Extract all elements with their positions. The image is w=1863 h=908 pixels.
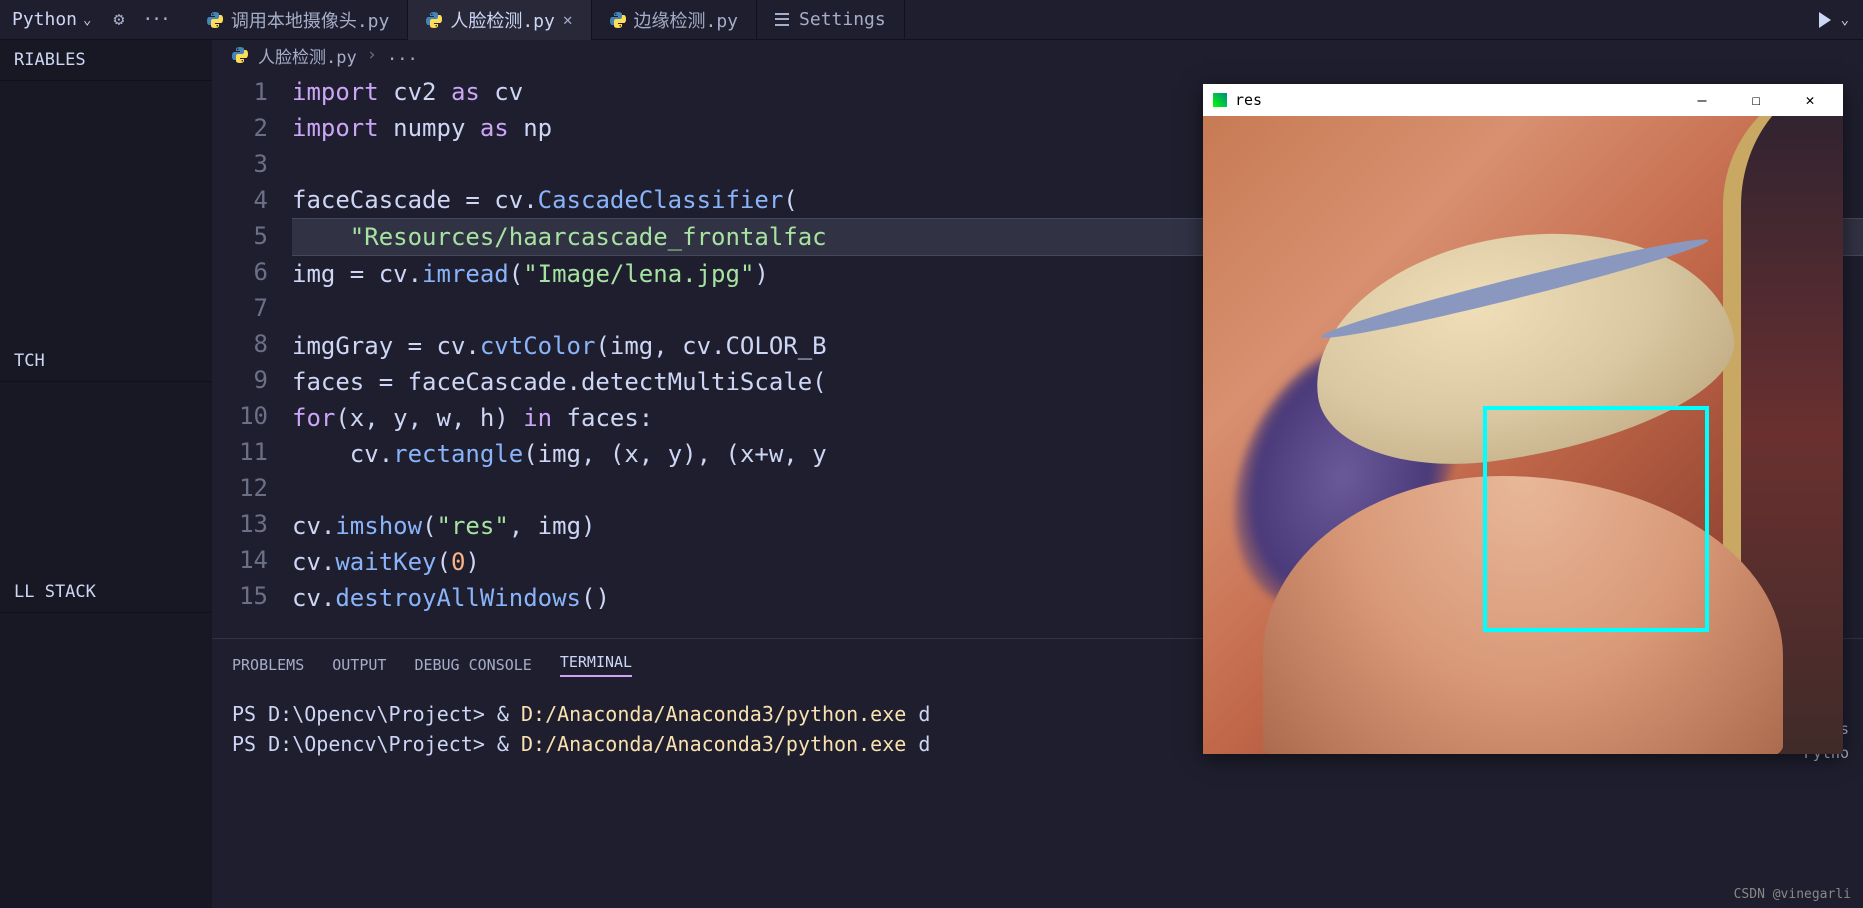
panel-tab-problems[interactable]: PROBLEMS [232, 656, 304, 674]
line-number: 7 [212, 290, 268, 326]
window-titlebar[interactable]: res — ☐ ✕ [1203, 84, 1843, 116]
line-number: 2 [212, 110, 268, 146]
chevron-down-icon[interactable]: ⌄ [1841, 12, 1849, 28]
line-number: 3 [212, 146, 268, 182]
breadcrumb[interactable]: 人脸检测.py › ... [212, 40, 1863, 70]
result-image [1203, 116, 1843, 754]
minimize-icon[interactable]: — [1679, 91, 1725, 109]
tab-edge-detection[interactable]: 边缘检测.py [592, 0, 758, 40]
panel-tab-terminal[interactable]: TERMINAL [560, 653, 632, 677]
tab-label: 边缘检测.py [634, 7, 739, 33]
line-number: 14 [212, 542, 268, 578]
line-number: 1 [212, 74, 268, 110]
tab-camera[interactable]: 调用本地摄像头.py [189, 0, 409, 40]
line-number: 8 [212, 326, 268, 362]
sidebar-watch[interactable]: TCH [0, 341, 212, 382]
breadcrumb-file: 人脸检测.py [258, 43, 357, 68]
line-number: 10 [212, 398, 268, 434]
ellipsis-icon[interactable]: ··· [142, 9, 169, 30]
opencv-result-window[interactable]: res — ☐ ✕ [1203, 84, 1843, 754]
line-number: 5 [212, 218, 268, 254]
line-number: 13 [212, 506, 268, 542]
python-icon [610, 12, 626, 28]
settings-icon [775, 12, 791, 28]
line-gutter: 1 2 3 4 5 6 7 8 9 10 11 12 13 14 15 [212, 70, 292, 638]
line-number: 15 [212, 578, 268, 614]
sidebar-variables[interactable]: RIABLES [0, 40, 212, 81]
editor-tabs: 调用本地摄像头.py 人脸检测.py ✕ 边缘检测.py Settings [189, 0, 905, 40]
tab-label: 调用本地摄像头.py [231, 7, 390, 33]
line-number: 9 [212, 362, 268, 398]
line-number: 12 [212, 470, 268, 506]
chevron-down-icon: ⌄ [83, 12, 91, 28]
face-detection-rect [1483, 406, 1709, 632]
python-icon [426, 12, 442, 28]
breadcrumb-sep: › [367, 45, 377, 65]
close-icon[interactable]: ✕ [1787, 91, 1833, 109]
tab-settings[interactable]: Settings [757, 0, 905, 40]
main-area: 人脸检测.py › ... 1 2 3 4 5 6 7 8 9 10 11 12… [212, 40, 1863, 908]
debug-config-label: Python [12, 9, 77, 30]
line-number: 11 [212, 434, 268, 470]
gear-icon[interactable]: ⚙ [113, 9, 124, 30]
line-number: 6 [212, 254, 268, 290]
app-icon [1213, 93, 1227, 107]
tab-face-detection[interactable]: 人脸检测.py ✕ [408, 0, 591, 40]
watermark: CSDN @vinegarli [1734, 887, 1851, 902]
debug-sidebar: RIABLES TCH LL STACK [0, 40, 212, 908]
panel-tab-debug[interactable]: DEBUG CONSOLE [414, 656, 531, 674]
debug-config-selector[interactable]: Python ⌄ [0, 9, 103, 30]
top-icons: ⚙ ··· [103, 9, 178, 30]
tab-label: 人脸检测.py [450, 7, 555, 33]
close-icon[interactable]: ✕ [563, 10, 573, 29]
maximize-icon[interactable]: ☐ [1733, 91, 1779, 109]
breadcrumb-more: ... [387, 45, 418, 65]
sidebar-callstack[interactable]: LL STACK [0, 572, 212, 613]
python-icon [207, 12, 223, 28]
run-actions: ⌄ [1819, 12, 1863, 28]
panel-tab-output[interactable]: OUTPUT [332, 656, 386, 674]
line-number: 4 [212, 182, 268, 218]
python-icon [232, 47, 248, 63]
window-title: res [1235, 91, 1262, 109]
tab-label: Settings [799, 9, 886, 30]
run-icon[interactable] [1819, 12, 1831, 28]
top-bar: Python ⌄ ⚙ ··· 调用本地摄像头.py 人脸检测.py ✕ 边缘检测… [0, 0, 1863, 40]
